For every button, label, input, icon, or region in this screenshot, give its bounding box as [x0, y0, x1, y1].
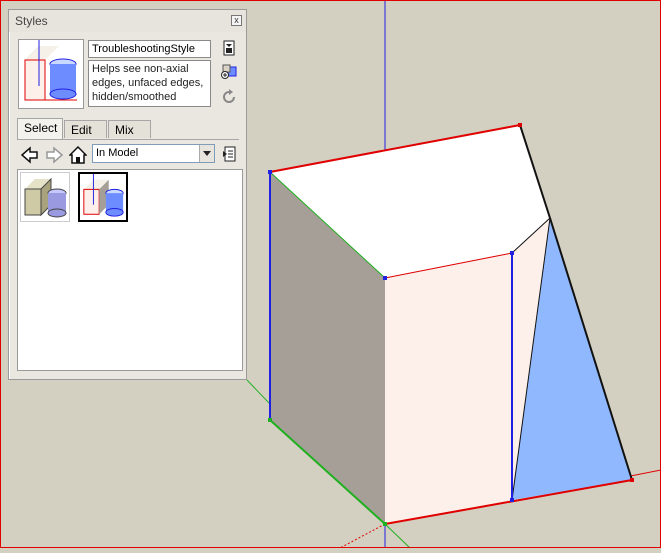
style-thumbnail-image [24, 40, 77, 101]
red-axis-line [339, 523, 386, 549]
vertex-marker [268, 170, 272, 174]
style-preview-default-image [24, 177, 67, 218]
refresh-icon[interactable] [221, 89, 237, 105]
style-list [17, 169, 243, 371]
vertex-marker [383, 522, 387, 526]
style-thumbnail-default[interactable] [20, 172, 70, 222]
vertex-marker [518, 123, 522, 127]
style-description-field[interactable]: Helps see non-axial edges, unfaced edges… [88, 60, 211, 107]
tab-bar: Select Edit Mix [17, 118, 239, 140]
vertex-marker [268, 418, 272, 422]
panel-title: Styles [15, 14, 48, 28]
back-arrow-icon[interactable] [21, 146, 39, 164]
tab-edit[interactable]: Edit [64, 120, 107, 138]
vertex-marker [510, 498, 514, 502]
vertex-marker [630, 478, 634, 482]
styles-panel: Styles x TroubleshootingStyle Helps see … [8, 9, 247, 380]
close-icon[interactable]: x [231, 15, 242, 26]
tab-select[interactable]: Select [17, 118, 63, 139]
collection-dropdown[interactable]: In Model [92, 144, 215, 163]
style-name-field[interactable]: TroubleshootingStyle [88, 40, 211, 58]
home-icon[interactable] [69, 146, 87, 164]
forward-arrow-icon[interactable] [45, 146, 63, 164]
panel-titlebar[interactable]: Styles x [9, 10, 246, 32]
tab-mix[interactable]: Mix [108, 120, 151, 138]
collection-dropdown-value: In Model [96, 147, 139, 159]
chevron-down-icon[interactable] [199, 145, 214, 162]
style-preview-troubleshooting-image [83, 174, 124, 217]
detail-pane-icon[interactable] [221, 145, 239, 163]
create-style-icon[interactable] [221, 64, 237, 80]
green-axis-line [384, 523, 411, 549]
tab-divider [17, 139, 239, 140]
front-face [385, 253, 512, 524]
vertex-marker [383, 276, 387, 280]
details-icon[interactable] [221, 40, 237, 56]
vertex-marker [510, 251, 514, 255]
style-thumbnail-troubleshooting[interactable] [78, 172, 128, 222]
style-thumbnail [18, 39, 84, 109]
